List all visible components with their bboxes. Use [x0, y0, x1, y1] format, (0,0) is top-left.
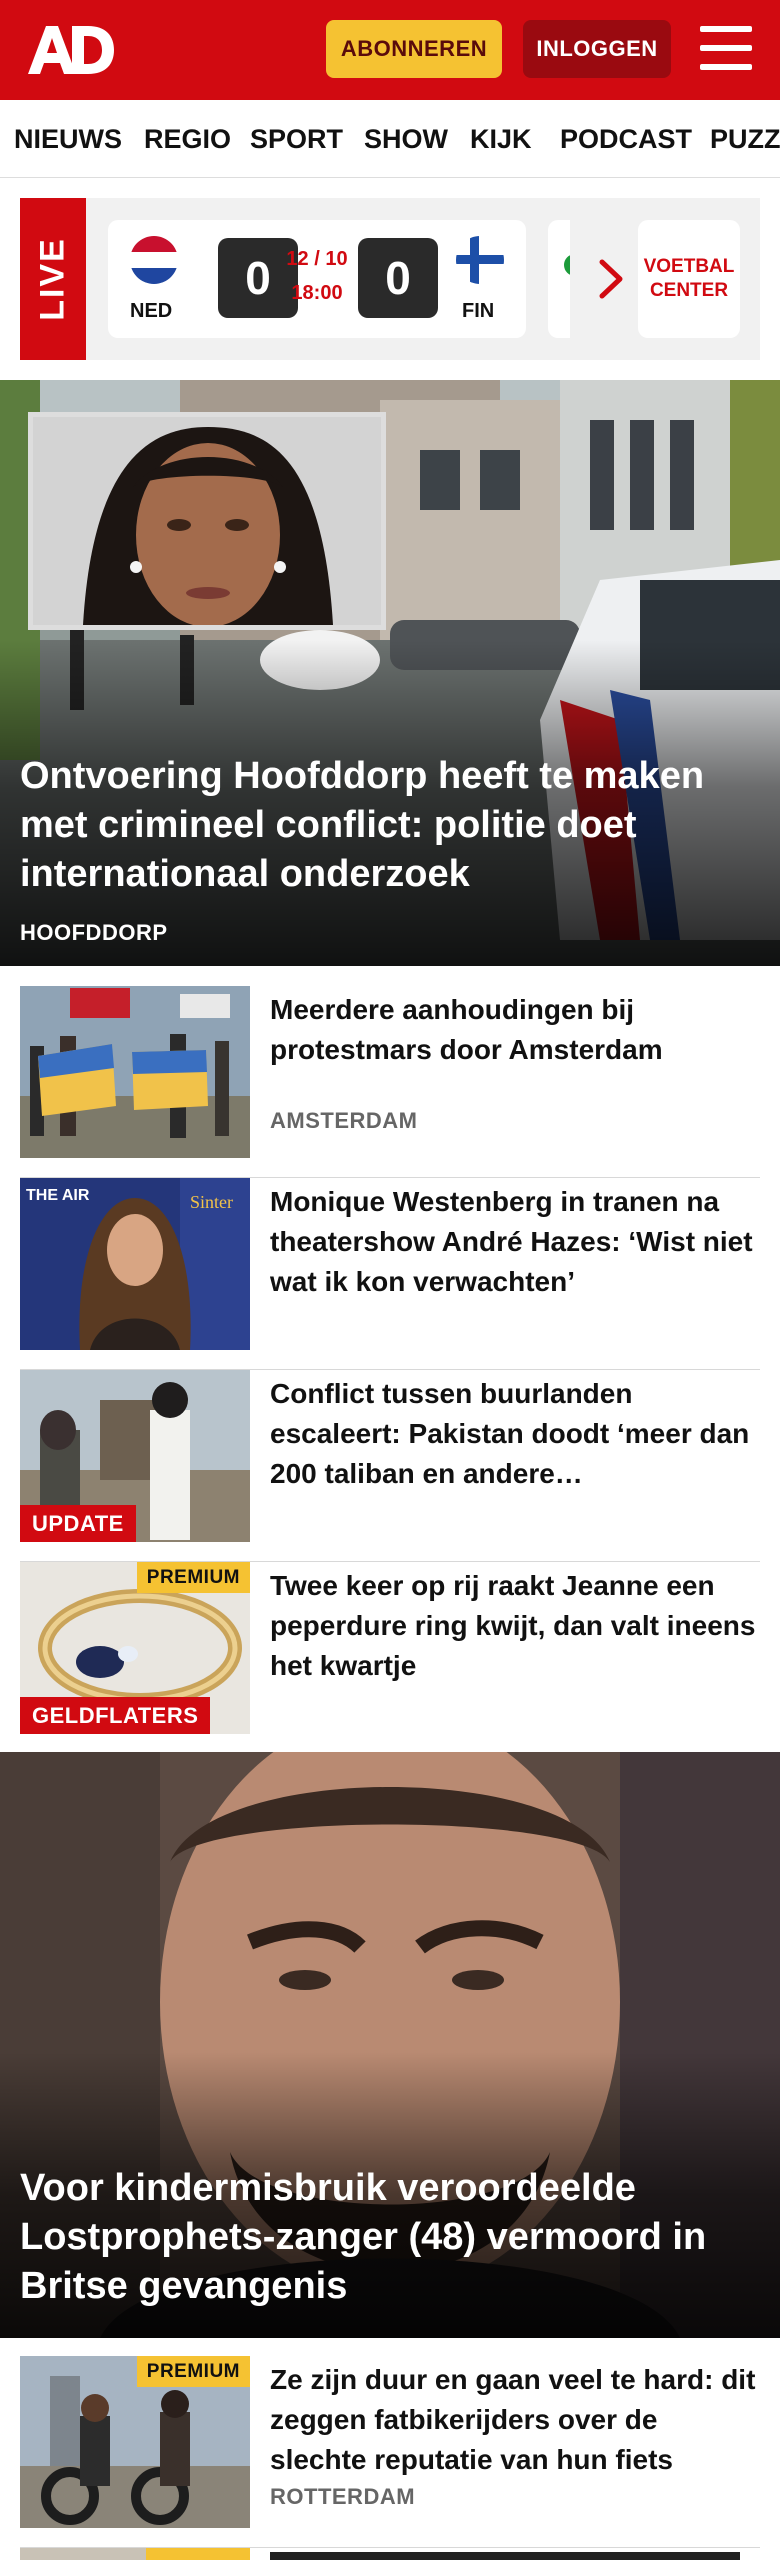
- nav-item-kijk[interactable]: KIJK: [470, 124, 532, 155]
- hero-article[interactable]: Ontvoering Hoofddorp heeft te maken met …: [0, 380, 780, 966]
- nav-item-regio[interactable]: REGIO: [144, 124, 231, 155]
- article-thumbnail: [20, 986, 250, 1158]
- article-item[interactable]: PREMIUM Ze zijn duur en gaan veel te har…: [20, 2356, 760, 2548]
- article-thumbnail: UPDATE: [20, 1370, 250, 1542]
- match-card[interactable]: NED 0 12 / 10 18:00 0 FIN: [108, 220, 526, 338]
- article-title[interactable]: Ze zijn duur en gaan veel te hard: dit z…: [270, 2360, 760, 2480]
- flag-icon: [564, 254, 570, 276]
- nav-item-show[interactable]: SHOW: [364, 124, 448, 155]
- site-header: ABONNEREN INLOGGEN: [0, 0, 780, 100]
- match-time: 18:00: [291, 282, 343, 304]
- article-location-label: AMSTERDAM: [270, 1108, 418, 1133]
- home-team: NED: [130, 300, 173, 322]
- finland-flag-icon: [456, 236, 504, 284]
- hero-article-2[interactable]: Voor kindermisbruik veroordeelde Lostpro…: [0, 1752, 780, 2338]
- svg-text:Sinter: Sinter: [190, 1192, 233, 1212]
- article-title[interactable]: Conflict tussen buurlanden escaleert: Pa…: [270, 1374, 760, 1494]
- next-match-card[interactable]: [548, 220, 570, 338]
- match-date: 12 / 10: [286, 248, 348, 270]
- away-team: FIN: [462, 300, 495, 322]
- article-title[interactable]: Monique Westenberg in tranen na theaters…: [270, 1182, 760, 1302]
- live-label: LIVE: [20, 198, 86, 360]
- portrait-inset: [28, 412, 386, 630]
- hero-headline[interactable]: Ontvoering Hoofddorp heeft te maken met …: [20, 752, 760, 899]
- article-item[interactable]: THE AIR Sinter Monique Westenberg in tra…: [20, 1178, 760, 1370]
- ad-logo[interactable]: [26, 22, 116, 78]
- article-title[interactable]: Twee keer op rij raakt Jeanne een peperd…: [270, 1566, 760, 1686]
- article-item[interactable]: UPDATE Conflict tussen buurlanden escale…: [20, 1370, 760, 1562]
- voetbal-center-link[interactable]: VOETBAL CENTER: [638, 220, 740, 338]
- away-score: 0: [358, 238, 438, 318]
- login-button[interactable]: INLOGGEN: [523, 20, 671, 78]
- netherlands-flag-icon: [130, 236, 178, 284]
- hero-headline[interactable]: Voor kindermisbruik veroordeelde Lostpro…: [20, 2164, 760, 2311]
- article-thumbnail: PREMIUM: [20, 2356, 250, 2528]
- premium-badge: PREMIUM: [136, 1562, 250, 1593]
- subscribe-button[interactable]: ABONNEREN: [326, 20, 502, 78]
- nav-item-nieuws[interactable]: NIEUWS: [14, 124, 122, 155]
- article-item[interactable]: PREMIUM GELDFLATERS Twee keer op rij raa…: [20, 1562, 760, 1754]
- article-thumbnail: THE AIR Sinter: [20, 1178, 250, 1350]
- chevron-right-icon[interactable]: [594, 258, 626, 300]
- article-location-label: ROTTERDAM: [270, 2484, 416, 2509]
- section-nav: NIEUWS REGIO SPORT SHOW KIJK PODCAST PUZ…: [0, 100, 780, 178]
- svg-text:THE AIR: THE AIR: [26, 1187, 90, 1204]
- premium-badge: PREMIUM: [136, 2356, 250, 2387]
- nav-item-puzzels[interactable]: PUZZ: [710, 124, 780, 155]
- geldflaters-badge: GELDFLATERS: [20, 1697, 211, 1734]
- update-badge: UPDATE: [20, 1505, 136, 1542]
- article-title[interactable]: Meerdere aanhoudingen bij protestmars do…: [270, 990, 760, 1070]
- hamburger-menu-icon[interactable]: [700, 26, 752, 70]
- nav-item-podcast[interactable]: PODCAST: [560, 124, 692, 155]
- next-article-peek: [20, 2548, 760, 2560]
- article-item[interactable]: Meerdere aanhoudingen bij protestmars do…: [20, 986, 760, 1178]
- article-thumbnail: PREMIUM GELDFLATERS: [20, 1562, 250, 1734]
- hero-location-label: HOOFDDORP: [20, 920, 168, 945]
- nav-item-sport[interactable]: SPORT: [250, 124, 343, 155]
- live-scores-strip: LIVE NED 0 12 / 10 18:00 0 FIN VOETBAL C…: [20, 198, 760, 360]
